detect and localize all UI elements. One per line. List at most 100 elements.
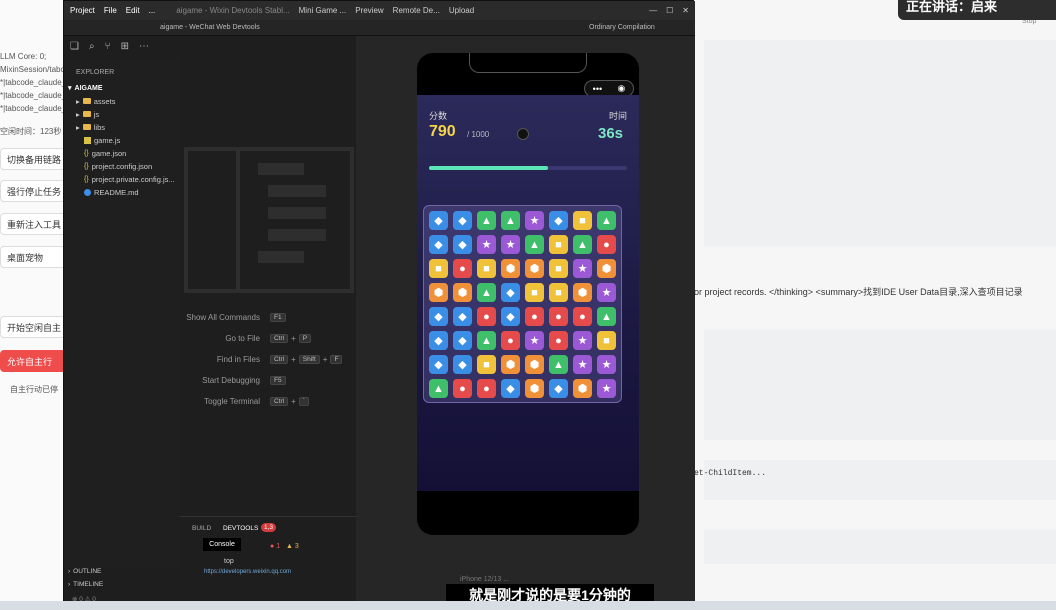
game-tile[interactable]: ★ xyxy=(525,331,544,350)
game-tile[interactable]: ◆ xyxy=(429,355,448,374)
menu-file[interactable]: File xyxy=(104,6,117,15)
tree-item[interactable]: ▸ js xyxy=(76,108,99,120)
game-tile[interactable]: ● xyxy=(525,307,544,326)
outline-section[interactable]: › OUTLINE xyxy=(68,565,101,577)
switch-route-button[interactable]: 切换备用链路 xyxy=(0,148,66,170)
desktop-pet-button[interactable]: 桌面宠物 xyxy=(0,246,66,268)
game-tile[interactable]: ▲ xyxy=(573,235,592,254)
tree-item[interactable]: README.md xyxy=(84,186,139,198)
game-tile[interactable]: ■ xyxy=(477,355,496,374)
game-tile[interactable]: ▲ xyxy=(477,283,496,302)
minimize-icon[interactable]: — xyxy=(649,6,657,15)
game-tile[interactable]: ◆ xyxy=(453,307,472,326)
tab-devtools[interactable]: DEVTOOLS xyxy=(223,525,258,532)
console-link[interactable]: https://developers.weixin.qq.com xyxy=(204,569,291,575)
game-tile[interactable]: ■ xyxy=(549,235,568,254)
game-tile[interactable]: ⬢ xyxy=(501,259,520,278)
game-tile[interactable]: ⬢ xyxy=(525,355,544,374)
game-tile[interactable]: ■ xyxy=(597,331,616,350)
game-tile[interactable]: ◆ xyxy=(501,283,520,302)
upload-button[interactable]: Upload xyxy=(449,6,474,15)
compile-select[interactable]: Ordinary Compilation xyxy=(589,24,655,31)
search-icon[interactable]: ⌕ xyxy=(89,41,95,53)
game-tile[interactable]: ⬢ xyxy=(597,259,616,278)
shortcut-start-debugging[interactable]: Start Debugging F5 xyxy=(180,376,356,385)
reinject-tools-button[interactable]: 重新注入工具 xyxy=(0,213,66,235)
game-tile[interactable]: ■ xyxy=(549,259,568,278)
shortcut-toggle-terminal[interactable]: Toggle Terminal Ctrl + ` xyxy=(180,397,356,406)
extensions-icon[interactable]: ⊞ xyxy=(121,41,129,53)
game-tile[interactable]: ⬢ xyxy=(429,283,448,302)
force-stop-button[interactable]: 强行停止任务 xyxy=(0,180,66,202)
game-tile[interactable]: ● xyxy=(453,379,472,398)
game-tile[interactable]: ◆ xyxy=(501,307,520,326)
game-tile[interactable]: ◆ xyxy=(429,211,448,230)
game-tile[interactable]: ◆ xyxy=(453,211,472,230)
game-tile[interactable]: ● xyxy=(501,331,520,350)
game-tile[interactable]: ◆ xyxy=(501,379,520,398)
maximize-icon[interactable]: ☐ xyxy=(666,6,673,15)
game-tile[interactable]: ◆ xyxy=(453,355,472,374)
game-tile[interactable]: ■ xyxy=(525,283,544,302)
game-tile[interactable]: ● xyxy=(597,235,616,254)
mode-select[interactable]: Mini Game ... xyxy=(299,6,347,15)
game-tile[interactable]: ▲ xyxy=(597,307,616,326)
game-tile[interactable]: ★ xyxy=(573,331,592,350)
game-tile[interactable]: ◆ xyxy=(549,211,568,230)
menu-more[interactable]: ... xyxy=(149,6,156,15)
game-tile[interactable]: ⬢ xyxy=(453,283,472,302)
timeline-section[interactable]: › TIMELINE xyxy=(68,578,103,590)
more-icon[interactable]: ⋯ xyxy=(139,41,149,53)
context-select[interactable]: top xyxy=(224,558,234,565)
game-tile[interactable]: ● xyxy=(453,259,472,278)
tab-build[interactable]: BUILD xyxy=(192,525,211,532)
game-tile[interactable]: ▲ xyxy=(477,331,496,350)
remote-debug-button[interactable]: Remote De... xyxy=(393,6,440,15)
game-tile[interactable]: ■ xyxy=(429,259,448,278)
tree-item[interactable]: ▸ assets xyxy=(76,95,115,107)
game-tile[interactable]: ▲ xyxy=(597,211,616,230)
game-tile[interactable]: ▲ xyxy=(501,211,520,230)
menu-edit[interactable]: Edit xyxy=(126,6,140,15)
game-tile[interactable]: ★ xyxy=(501,235,520,254)
game-tile[interactable]: ⬢ xyxy=(525,259,544,278)
game-tile[interactable]: ▲ xyxy=(549,355,568,374)
game-tile[interactable]: ▲ xyxy=(429,379,448,398)
game-tile[interactable]: ◆ xyxy=(453,331,472,350)
game-tile[interactable]: ★ xyxy=(573,355,592,374)
shortcut-find-in-files[interactable]: Find in Files Ctrl + Shift + F xyxy=(180,355,356,364)
game-tile[interactable]: ◆ xyxy=(453,235,472,254)
game-tile[interactable]: ◆ xyxy=(549,379,568,398)
game-tile[interactable]: ★ xyxy=(597,283,616,302)
game-tile[interactable]: ▲ xyxy=(477,211,496,230)
game-tile[interactable]: ● xyxy=(477,307,496,326)
input-box[interactable] xyxy=(704,530,1056,564)
game-tile[interactable]: ⬢ xyxy=(525,379,544,398)
start-idle-button[interactable]: 开始空闲自主 xyxy=(0,316,66,338)
game-tile[interactable]: ⬢ xyxy=(573,379,592,398)
tree-item[interactable]: game.js xyxy=(84,134,120,146)
game-tile[interactable]: ■ xyxy=(549,283,568,302)
game-tile[interactable]: ⬢ xyxy=(573,283,592,302)
tree-item[interactable]: ▸ libs xyxy=(76,121,105,133)
files-icon[interactable]: ❏ xyxy=(70,41,79,53)
game-tile[interactable]: ● xyxy=(573,307,592,326)
game-board[interactable]: ◆ ◆ ▲ ▲ ★ ◆ ■ ▲ ◆ ◆ ★ ★ ▲ ■ ▲ ● ■ ● ■ ⬢ ⬢ ■ ★ ⬢ ⬢ ⬢ ▲ ◆ ■ ■ ⬢ ★ ◆ ◆ ● ◆ ● ● ● ▲… xyxy=(423,205,622,403)
tree-item[interactable]: {} game.json xyxy=(84,147,126,159)
game-tile[interactable]: ■ xyxy=(477,259,496,278)
shortcut-go-to-file[interactable]: Go to File Ctrl + P xyxy=(180,334,356,343)
game-tile[interactable]: ◆ xyxy=(429,307,448,326)
game-tile[interactable]: ⬢ xyxy=(501,355,520,374)
tree-item[interactable]: {} project.config.json xyxy=(84,160,152,172)
game-tile[interactable]: ● xyxy=(477,379,496,398)
allow-autonomy-button[interactable]: 允许自主行 xyxy=(0,350,66,372)
menu-project[interactable]: Project xyxy=(70,6,95,15)
game-tile[interactable]: ★ xyxy=(597,355,616,374)
game-tile[interactable]: ■ xyxy=(573,211,592,230)
shortcut-show-all-commands[interactable]: Show All Commands F1 xyxy=(180,313,356,322)
tree-item[interactable]: {} project.private.config.js... xyxy=(84,173,175,185)
tab-console[interactable]: Console xyxy=(203,538,241,551)
game-tile[interactable]: ◆ xyxy=(429,331,448,350)
preview-button[interactable]: Preview xyxy=(355,6,383,15)
project-root[interactable]: ▾ AIGAME xyxy=(68,82,103,94)
